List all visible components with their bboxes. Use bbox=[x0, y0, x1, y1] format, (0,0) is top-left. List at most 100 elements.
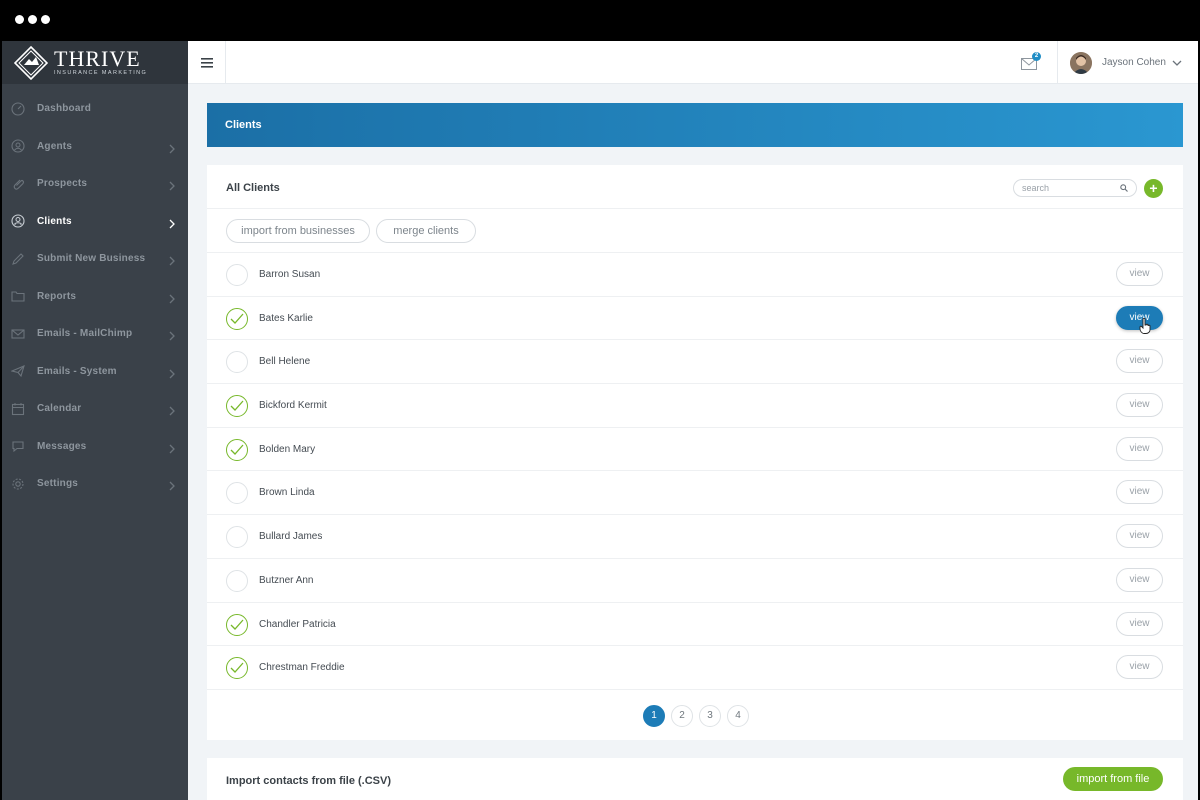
view-client-button[interactable]: view bbox=[1116, 262, 1163, 286]
sidebar-item-label: Agents bbox=[37, 140, 73, 152]
chevron-right-icon bbox=[167, 253, 177, 266]
thrive-logo-icon bbox=[13, 45, 49, 80]
row-checkbox[interactable] bbox=[226, 351, 248, 374]
page-button[interactable]: 4 bbox=[727, 705, 749, 727]
window-dot-icon[interactable] bbox=[28, 15, 37, 24]
client-name: Bickford Kermit bbox=[259, 400, 327, 412]
table-row: Chrestman Freddie view bbox=[207, 646, 1183, 690]
row-checkbox[interactable] bbox=[226, 482, 248, 505]
search-icon[interactable] bbox=[1120, 184, 1128, 192]
folder-icon bbox=[11, 289, 25, 303]
client-name: Bates Karlie bbox=[259, 312, 313, 324]
top-bar: 2 Jayson Cohen bbox=[188, 41, 1198, 84]
search-box bbox=[1013, 179, 1137, 197]
pagination: 1234 bbox=[643, 705, 755, 727]
chat-icon bbox=[11, 439, 25, 453]
calendar-icon bbox=[11, 402, 25, 416]
row-checkbox[interactable] bbox=[226, 438, 248, 461]
row-checkbox[interactable] bbox=[226, 526, 248, 549]
sidebar-item-agents[interactable]: Agents bbox=[2, 128, 188, 166]
user-menu[interactable]: Jayson Cohen bbox=[1057, 41, 1198, 84]
merge-clients-button[interactable]: merge clients bbox=[376, 219, 476, 243]
sidebar-item-prospects[interactable]: Prospects bbox=[2, 165, 188, 203]
hamburger-icon bbox=[200, 57, 213, 68]
view-client-button[interactable]: view bbox=[1116, 305, 1163, 330]
chevron-right-icon bbox=[167, 291, 177, 303]
view-client-button[interactable]: view bbox=[1116, 567, 1163, 592]
page-button[interactable]: 2 bbox=[671, 705, 693, 727]
envelope-icon bbox=[11, 327, 25, 341]
sidebar-nav: Dashboard Agents Prospects Clients Submit Ne… bbox=[2, 90, 188, 503]
sidebar-item-calendar[interactable]: Calendar bbox=[2, 390, 188, 428]
import-from-businesses-button[interactable]: import from businesses bbox=[226, 219, 370, 243]
window-dot-icon[interactable] bbox=[15, 15, 24, 24]
brand-tagline: INSURANCE MARKETING bbox=[54, 70, 148, 76]
chevron-right-icon bbox=[167, 403, 177, 416]
table-row: Butzner Ann view bbox=[207, 559, 1183, 603]
import-from-file-button[interactable]: import from file bbox=[1063, 767, 1163, 791]
import-card-title: Import contacts from file (.CSV) bbox=[226, 775, 392, 787]
client-name: Bolden Mary bbox=[259, 443, 316, 455]
mail-count-badge: 2 bbox=[1032, 52, 1041, 61]
sidebar-item-label: Clients bbox=[37, 215, 72, 227]
row-checkbox[interactable] bbox=[226, 613, 248, 636]
sidebar-item-label: Messages bbox=[37, 440, 87, 452]
all-clients-card: All Clients + import from businesses mer… bbox=[207, 165, 1183, 740]
view-client-button[interactable]: view bbox=[1116, 436, 1163, 461]
sidebar-item-label: Emails - MailChimp bbox=[37, 328, 133, 340]
sidebar-item-reports[interactable]: Reports bbox=[2, 278, 188, 316]
table-row: Barron Susan view bbox=[207, 253, 1183, 297]
sidebar-item-dashboard[interactable]: Dashboard bbox=[2, 90, 188, 128]
card-title: All Clients bbox=[226, 182, 280, 194]
client-name: Bullard James bbox=[259, 531, 323, 543]
sidebar-item-settings[interactable]: Settings bbox=[2, 465, 188, 503]
card-header: All Clients + bbox=[207, 165, 1183, 209]
search-input[interactable] bbox=[1022, 182, 1118, 194]
page-title: Clients bbox=[225, 119, 262, 131]
agents-icon bbox=[11, 139, 25, 153]
checkmark-icon bbox=[230, 662, 244, 674]
client-name: Butzner Ann bbox=[259, 574, 314, 586]
dashboard-icon bbox=[11, 102, 25, 116]
sidebar-item-submit-new-business[interactable]: Submit New Business bbox=[2, 240, 188, 278]
view-client-button[interactable]: view bbox=[1116, 611, 1163, 636]
chevron-right-icon bbox=[167, 178, 177, 191]
view-client-button[interactable]: view bbox=[1116, 655, 1163, 680]
menu-toggle-button[interactable] bbox=[188, 41, 226, 84]
view-client-button[interactable]: view bbox=[1116, 349, 1163, 374]
sidebar-item-label: Dashboard bbox=[37, 103, 92, 115]
chevron-right-icon bbox=[167, 216, 177, 228]
table-row: Bell Helene view bbox=[207, 340, 1183, 385]
row-checkbox[interactable] bbox=[226, 569, 248, 592]
view-client-button[interactable]: view bbox=[1116, 524, 1163, 549]
table-row: Chandler Patricia view bbox=[207, 603, 1183, 647]
table-row: Brown Linda view bbox=[207, 471, 1183, 516]
messages-button[interactable]: 2 bbox=[1021, 52, 1043, 72]
add-client-button[interactable]: + bbox=[1144, 179, 1163, 198]
page-button[interactable]: 1 bbox=[643, 705, 665, 727]
sidebar-item-emails-system[interactable]: Emails - System bbox=[2, 353, 188, 391]
window-dot-icon[interactable] bbox=[41, 15, 50, 24]
view-client-button[interactable]: view bbox=[1116, 393, 1163, 418]
view-client-button[interactable]: view bbox=[1116, 480, 1163, 505]
row-checkbox[interactable] bbox=[226, 657, 248, 680]
paperclip-icon bbox=[11, 177, 25, 191]
brand-logo[interactable]: THRIVE INSURANCE MARKETING bbox=[2, 41, 188, 84]
sidebar: THRIVE INSURANCE MARKETING Dashboard Agen… bbox=[2, 41, 188, 800]
sidebar-item-emails-mailchimp[interactable]: Emails - MailChimp bbox=[2, 315, 188, 353]
row-checkbox[interactable] bbox=[226, 264, 248, 286]
row-checkbox[interactable] bbox=[226, 307, 248, 330]
window-title-bar bbox=[0, 0, 1200, 41]
clients-icon bbox=[11, 214, 25, 228]
avatar bbox=[1070, 51, 1092, 74]
row-checkbox[interactable] bbox=[226, 395, 248, 418]
sidebar-item-clients[interactable]: Clients bbox=[2, 203, 188, 241]
pencil-icon bbox=[11, 252, 25, 266]
clients-list: Barron Susan view Bates Karlie view Bell Hel… bbox=[207, 253, 1183, 690]
chevron-right-icon bbox=[167, 141, 177, 153]
chevron-right-icon bbox=[167, 328, 177, 341]
chevron-right-icon bbox=[167, 441, 177, 453]
sidebar-item-messages[interactable]: Messages bbox=[2, 428, 188, 466]
page-button[interactable]: 3 bbox=[699, 705, 721, 727]
chevron-right-icon bbox=[167, 478, 177, 491]
